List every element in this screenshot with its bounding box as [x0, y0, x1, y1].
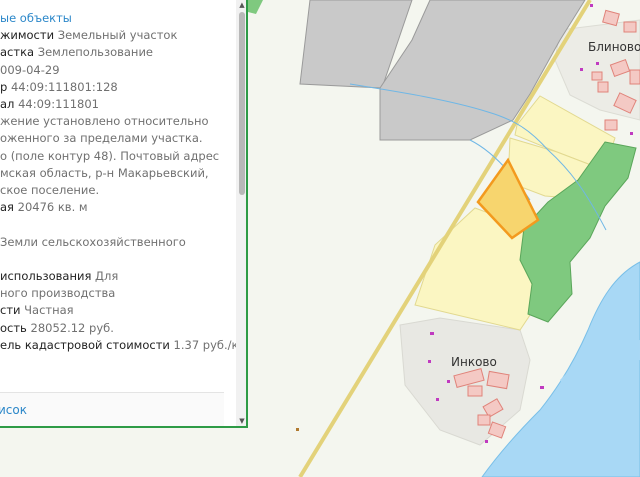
- info-row-value: 009-04-29: [0, 62, 60, 77]
- list-link[interactable]: исок: [0, 403, 27, 417]
- info-row-value: Земельный участок: [57, 28, 178, 43]
- info-row-value: оженного за пределами участка.: [0, 131, 203, 146]
- info-row-value: 28052.12 руб.: [30, 320, 114, 335]
- info-row: [0, 216, 232, 233]
- info-row-value: мская область, р-н Макарьевский,: [0, 165, 209, 180]
- place-label-inkovo: Инково: [451, 355, 497, 369]
- info-row: о (поле контур 48). Почтовый адрес: [0, 148, 232, 165]
- info-row-label: жимости: [0, 28, 55, 43]
- info-row: ость 28052.12 руб.: [0, 320, 232, 337]
- scroll-up-icon[interactable]: ▲: [236, 0, 246, 10]
- info-row: использования Для: [0, 268, 232, 285]
- info-row: жение установлено относительно: [0, 113, 232, 130]
- info-row: ал 44:09:111801: [0, 96, 232, 113]
- info-row-label: ость: [0, 320, 27, 335]
- info-row-value: ного производства: [0, 286, 116, 301]
- panel-scrollbar[interactable]: ▲ ▼: [236, 0, 246, 426]
- info-row-label: сти: [0, 303, 21, 318]
- info-row-value: о (поле контур 48). Почтовый адрес: [0, 148, 220, 163]
- info-row: мская область, р-н Макарьевский,: [0, 165, 232, 182]
- info-row: ель кадастровой стоимости 1.37 руб./кв.: [0, 337, 246, 354]
- info-row-value: Земли сельскохозяйственного: [0, 234, 186, 249]
- info-row-value: Землепользование: [37, 45, 153, 60]
- info-row: жимости Земельный участок: [0, 27, 232, 44]
- info-row-label: использования: [0, 269, 92, 284]
- info-row-value: Частная: [24, 303, 74, 318]
- info-row: [0, 251, 232, 268]
- info-row-value: ское поселение.: [0, 183, 100, 198]
- scroll-down-icon[interactable]: ▼: [236, 416, 246, 426]
- info-row-value: 44:09:111801: [18, 97, 99, 112]
- info-row: астка Землепользование: [0, 44, 232, 61]
- object-info-panel: ые объекты жимости Земельный участок астк…: [0, 0, 248, 428]
- info-row-label: астка: [0, 45, 35, 60]
- info-row-label: ая: [0, 200, 14, 215]
- scrollbar-thumb[interactable]: [239, 12, 245, 195]
- info-row-label: р: [0, 79, 8, 94]
- info-row: 009-04-29: [0, 62, 232, 79]
- info-row: оженного за пределами участка.: [0, 130, 232, 147]
- list-link-bar[interactable]: исок: [0, 392, 224, 426]
- map-marker-small-2: [540, 386, 544, 389]
- info-row: Земли сельскохозяйственного: [0, 234, 232, 251]
- info-row-value: 20476 кв. м: [17, 200, 88, 215]
- info-row: сти Частная: [0, 302, 232, 319]
- info-row: ая 20476 кв. м: [0, 199, 232, 216]
- object-info-content: ые объекты жимости Земельный участок астк…: [0, 10, 246, 354]
- info-row-label: ель кадастровой стоимости: [0, 337, 170, 352]
- info-row: ного производства: [0, 285, 232, 302]
- map-marker-small: [296, 428, 299, 431]
- info-row-value: Для: [95, 269, 119, 284]
- info-row-value: 44:09:111801:128: [10, 79, 118, 94]
- info-row: р 44:09:111801:128: [0, 79, 232, 96]
- place-label-blinovo: Блиново: [588, 40, 640, 54]
- panel-title: ые объекты: [0, 11, 72, 25]
- info-row: ское поселение.: [0, 182, 232, 199]
- info-rows: жимости Земельный участок астка Землеполь…: [0, 27, 246, 354]
- info-row-value: жение установлено относительно: [0, 114, 209, 129]
- info-row-label: ал: [0, 97, 15, 112]
